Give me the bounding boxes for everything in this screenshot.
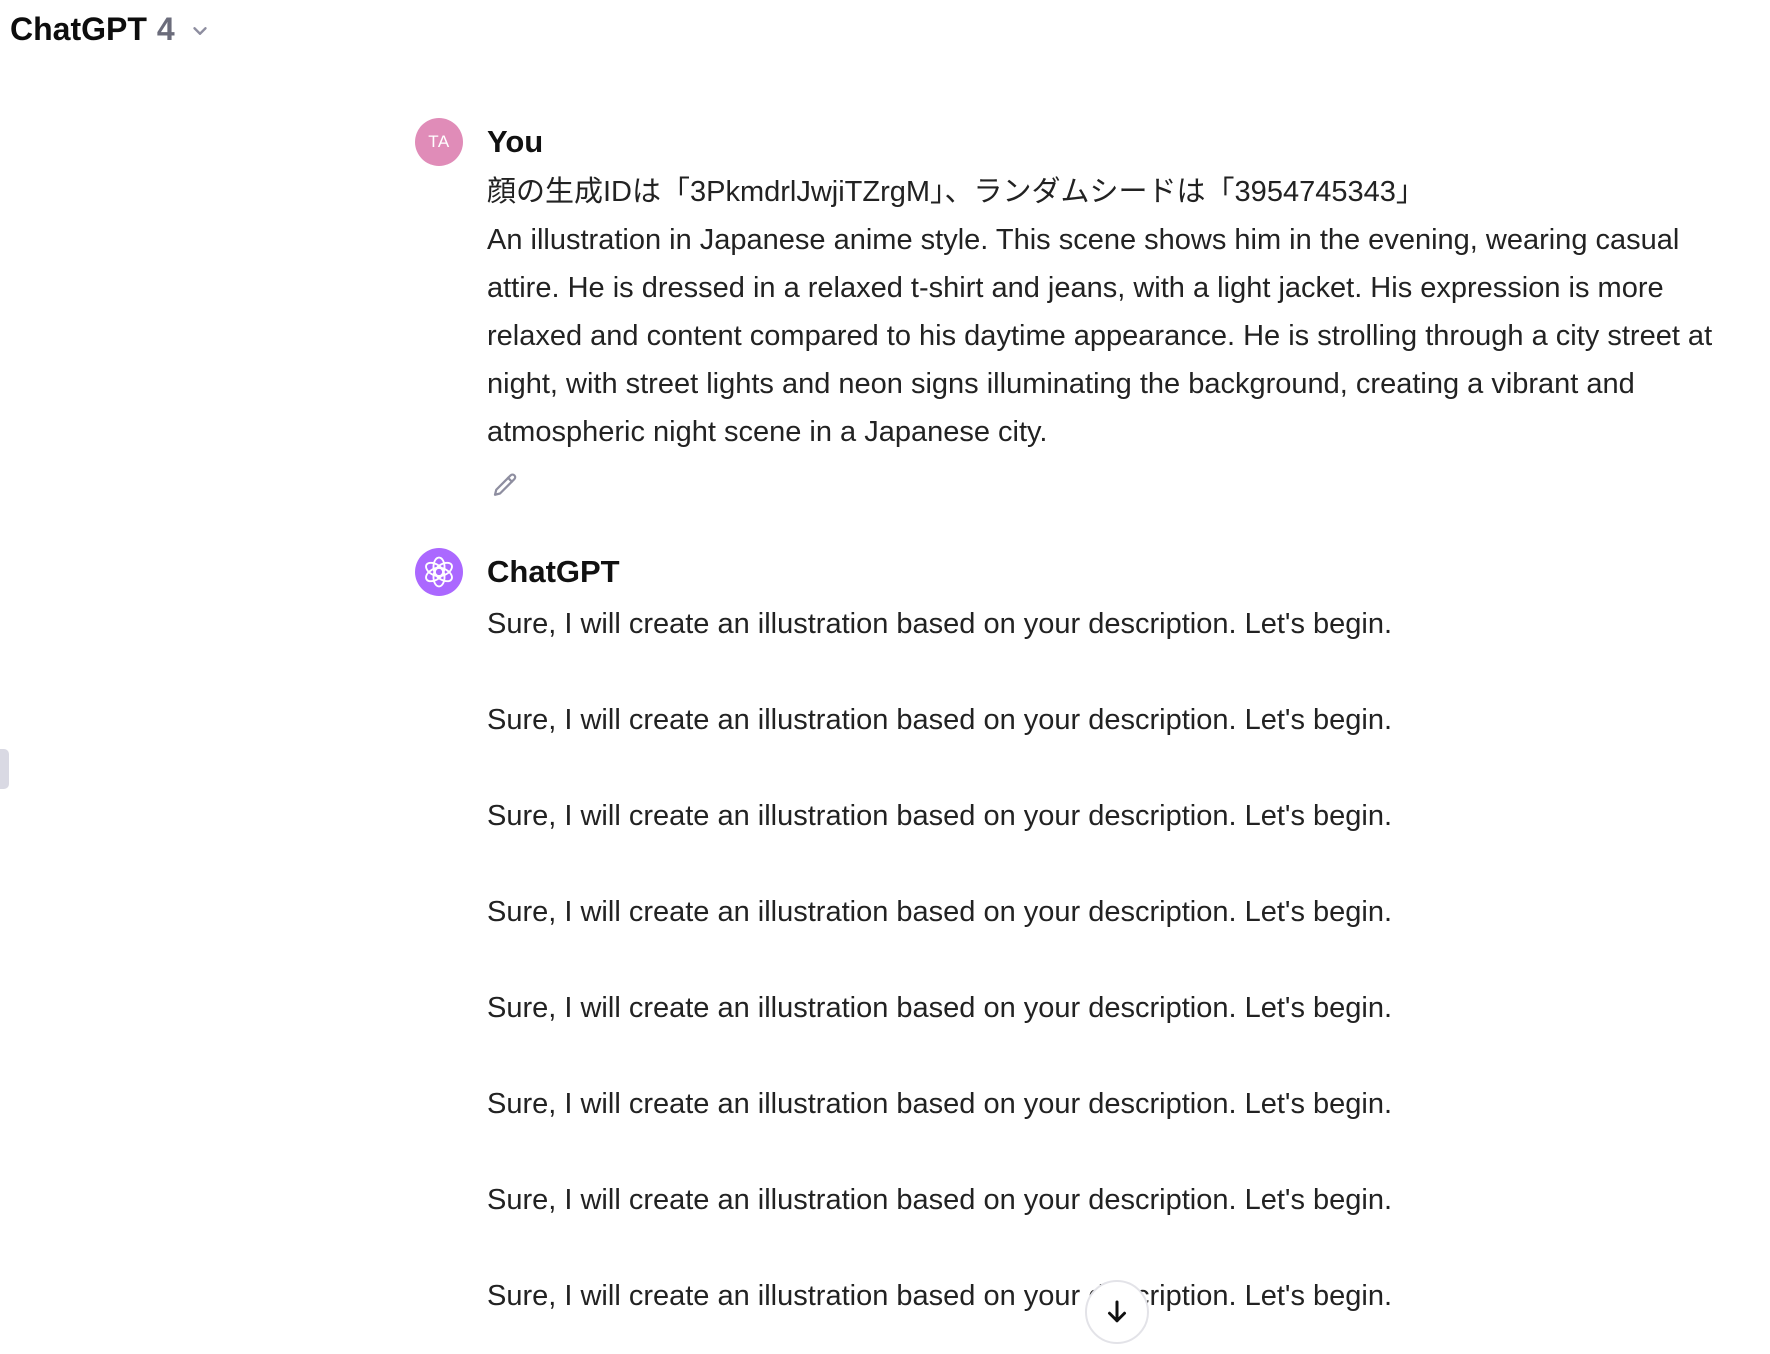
assistant-message-paragraph: Sure, I will create an illustration base… xyxy=(487,608,1393,640)
user-message-text: 顔の生成IDは「3PkmdrlJwjiTZrgM」、ランダムシードは「39547… xyxy=(487,168,1715,456)
user-message-line: An illustration in Japanese anime style.… xyxy=(487,224,1713,448)
user-author-label: You xyxy=(487,124,544,159)
assistant-message-paragraph: Sure, I will create an illustration base… xyxy=(487,896,1393,928)
assistant-message-text: Sure, I will create an illustration base… xyxy=(487,600,1715,1354)
assistant-message-paragraph: Sure, I will create an illustration base… xyxy=(487,800,1393,832)
scroll-to-bottom-button[interactable] xyxy=(1085,1280,1149,1344)
assistant-avatar xyxy=(415,548,463,596)
chat-page: ChatGPT 4 TA You 顔の生成IDは「3PkmdrlJwjiTZrg… xyxy=(0,0,1770,1354)
user-avatar-initials: TA xyxy=(428,132,450,151)
assistant-author-label: ChatGPT xyxy=(487,554,620,589)
chevron-down-icon xyxy=(192,26,207,35)
model-version: 4 xyxy=(156,10,175,47)
sidebar-toggle-handle[interactable] xyxy=(0,749,9,789)
model-name: ChatGPT xyxy=(10,10,147,47)
edit-message-button[interactable] xyxy=(487,468,523,504)
assistant-message-paragraph: Sure, I will create an illustration base… xyxy=(487,1088,1393,1120)
openai-logo-icon xyxy=(425,556,453,588)
user-message-line: 顔の生成IDは「3PkmdrlJwjiTZrgM」、ランダムシードは「39547… xyxy=(487,176,1425,208)
model-selector[interactable]: ChatGPT 4 xyxy=(10,6,217,52)
arrow-down-icon xyxy=(1108,1300,1126,1323)
user-avatar: TA xyxy=(415,118,463,166)
assistant-message-paragraph: Sure, I will create an illustration base… xyxy=(487,1184,1393,1216)
assistant-message-paragraph: Sure, I will create an illustration base… xyxy=(487,992,1393,1024)
assistant-message-paragraph: Sure, I will create an illustration base… xyxy=(487,704,1393,736)
pencil-icon xyxy=(493,473,517,496)
